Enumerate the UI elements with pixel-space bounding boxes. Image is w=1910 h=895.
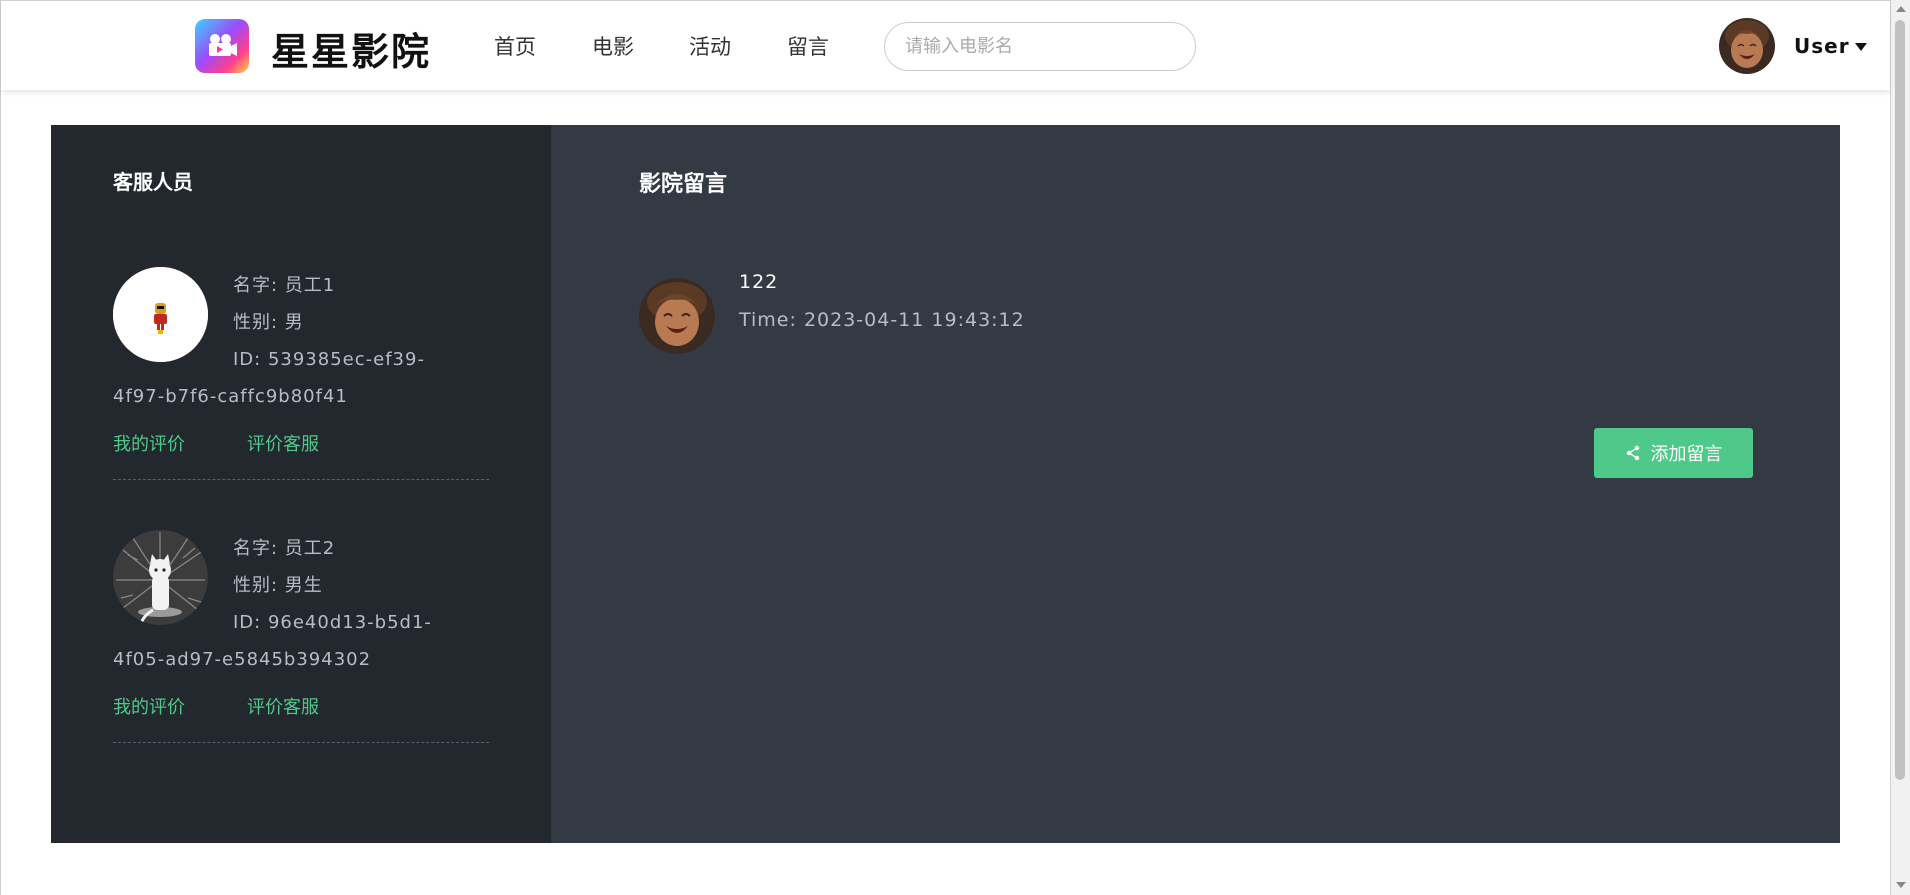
staff-card: 名字: 员工1 性别: 男 ID: 539385ec-ef39- 4f97-b7…: [113, 267, 489, 480]
my-review-link[interactable]: 我的评价: [113, 430, 185, 456]
staff-panel: 客服人员 名字: 员工1 性别: 男 ID: 539385ec-ef39- 4f…: [51, 125, 551, 843]
divider: [113, 742, 489, 743]
user-menu-label[interactable]: User: [1794, 34, 1850, 58]
nav-home[interactable]: 首页: [494, 31, 536, 61]
staff-card: 名字: 员工2 性别: 男生 ID: 96e40d13-b5d1- 4f05-a…: [113, 530, 489, 743]
add-message-label: 添加留言: [1650, 444, 1723, 465]
my-review-link[interactable]: 我的评价: [113, 693, 185, 719]
staff-gender: 性别: 男生: [233, 575, 323, 596]
movie-search-input[interactable]: [884, 22, 1196, 71]
share-icon: [1626, 445, 1639, 461]
film-camera-logo-icon: [209, 34, 237, 56]
scroll-down-arrow-icon[interactable]: [1896, 882, 1906, 888]
staff-gender: 性别: 男: [233, 312, 304, 333]
rate-staff-link[interactable]: 评价客服: [247, 430, 319, 456]
message-author-avatar: [639, 278, 715, 354]
staff-panel-title: 客服人员: [113, 170, 193, 194]
page-scrollbar[interactable]: [1891, 0, 1910, 895]
chevron-down-icon[interactable]: [1855, 43, 1867, 51]
rate-staff-link[interactable]: 评价客服: [247, 693, 319, 719]
messages-panel: 影院留言 122 Time: 2023-04-11 19:43:12 添加留言: [551, 125, 1840, 843]
top-header: 星星影院 首页 电影 活动 留言 User: [1, 0, 1890, 90]
staff-id-cont: 4f05-ad97-e5845b394302: [113, 649, 372, 670]
staff-avatar: [113, 267, 208, 362]
nav-movies[interactable]: 电影: [592, 31, 634, 61]
scroll-up-arrow-icon[interactable]: [1896, 6, 1906, 12]
brand-logo-icon[interactable]: [195, 19, 249, 73]
scrollbar-thumb[interactable]: [1895, 20, 1905, 780]
staff-id: ID: 96e40d13-b5d1-: [233, 612, 432, 633]
staff-name: 名字: 员工2: [233, 538, 336, 559]
user-avatar[interactable]: [1719, 18, 1775, 74]
message-text: 122: [739, 271, 779, 293]
staff-id-cont: 4f97-b7f6-caffc9b80f41: [113, 386, 348, 407]
brand-name[interactable]: 星星影院: [271, 21, 431, 76]
nav-events[interactable]: 活动: [689, 31, 731, 61]
messages-panel-title: 影院留言: [639, 172, 728, 197]
page: 星星影院 首页 电影 活动 留言 User 客服人员: [0, 0, 1891, 895]
staff-avatar: [113, 530, 208, 625]
add-message-button[interactable]: 添加留言: [1594, 428, 1753, 478]
nav-messages[interactable]: 留言: [787, 31, 829, 61]
staff-name: 名字: 员工1: [233, 275, 336, 296]
divider: [113, 479, 489, 480]
message-time: Time: 2023-04-11 19:43:12: [739, 309, 1025, 331]
staff-id: ID: 539385ec-ef39-: [233, 349, 425, 370]
